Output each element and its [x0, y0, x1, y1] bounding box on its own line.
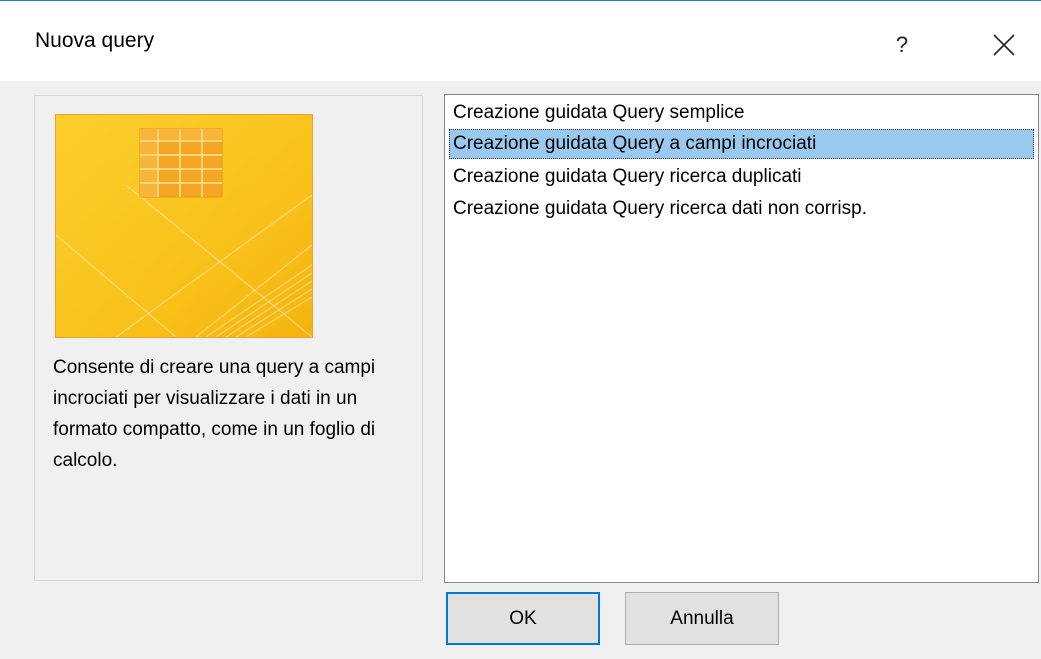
wizard-description: Consente di creare una query a campi inc…	[53, 357, 376, 471]
title-bar: Nuova query ?	[0, 1, 1041, 81]
ok-button[interactable]: OK	[446, 592, 600, 645]
close-icon	[993, 34, 1015, 56]
close-button[interactable]	[980, 23, 1028, 67]
wizard-preview-image	[55, 114, 313, 338]
dialog-title: Nuova query	[35, 29, 155, 52]
list-item-find-unmatched-wizard[interactable]: Creazione guidata Query ricerca dati non…	[449, 194, 1034, 224]
list-item-crosstab-query-wizard[interactable]: Creazione guidata Query a campi incrocia…	[449, 129, 1034, 159]
list-item-simple-query-wizard[interactable]: Creazione guidata Query semplice	[449, 98, 1034, 128]
new-query-dialog: Nuova query ? Consente di creare una que…	[0, 0, 1041, 659]
cancel-button[interactable]: Annulla	[625, 592, 779, 645]
wizard-listbox[interactable]: Creazione guidata Query semplice Creazio…	[444, 94, 1039, 583]
crosstab-table-icon	[56, 115, 312, 337]
help-button[interactable]: ?	[880, 25, 924, 65]
list-item-find-duplicates-wizard[interactable]: Creazione guidata Query ricerca duplicat…	[449, 162, 1034, 192]
description-panel: Consente di creare una query a campi inc…	[34, 95, 423, 581]
